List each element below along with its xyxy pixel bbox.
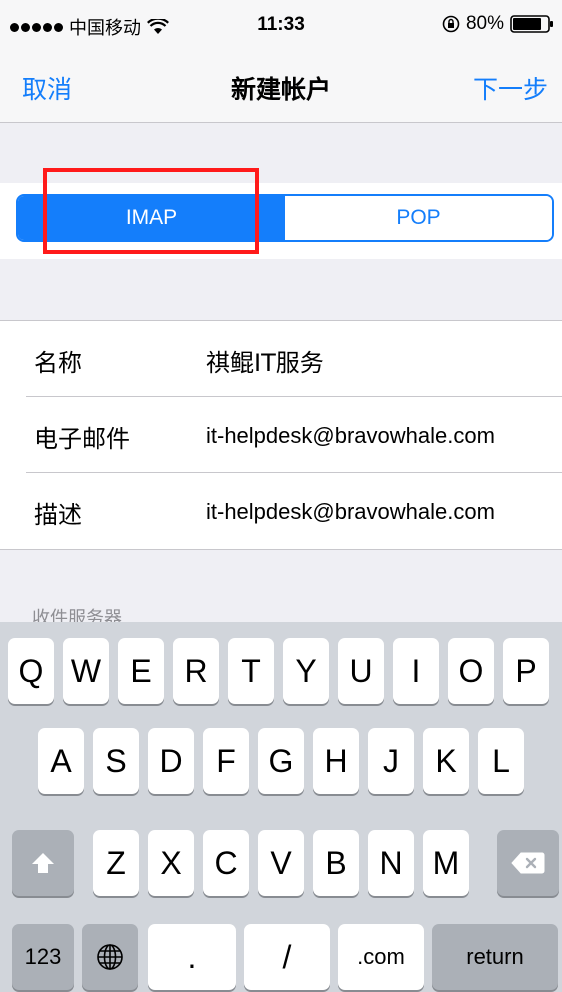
key-w[interactable]: W xyxy=(63,638,109,704)
account-type-section: IMAP POP xyxy=(0,183,562,259)
key-c[interactable]: C xyxy=(203,830,249,896)
next-button[interactable]: 下一步 xyxy=(473,70,548,106)
key-j[interactable]: J xyxy=(368,728,414,794)
keyboard: Q W E R T Y U I O P A S D F G H J K L Z … xyxy=(0,622,562,992)
key-q[interactable]: Q xyxy=(8,638,54,704)
key-r[interactable]: R xyxy=(173,638,219,704)
backspace-icon xyxy=(511,852,545,874)
rotation-lock-icon xyxy=(442,15,460,33)
key-m[interactable]: M xyxy=(423,830,469,896)
shift-key[interactable] xyxy=(12,830,74,896)
key-z[interactable]: Z xyxy=(93,830,139,896)
key-s[interactable]: S xyxy=(93,728,139,794)
delete-key[interactable] xyxy=(497,830,559,896)
name-label: 名称 xyxy=(34,349,82,377)
key-n[interactable]: N xyxy=(368,830,414,896)
screen: 中国移动 11:33 80% 取消 新建帐户 下一步 IMAP POP 名称 祺… xyxy=(0,0,562,992)
segment-imap[interactable]: IMAP xyxy=(18,196,285,240)
form-row-name[interactable]: 名称 祺鲲IT服务 xyxy=(0,321,562,397)
name-field[interactable]: 祺鲲IT服务 xyxy=(206,343,324,378)
key-g[interactable]: G xyxy=(258,728,304,794)
status-right: 80% xyxy=(442,13,554,35)
nav-bar: 取消 新建帐户 下一步 xyxy=(0,48,562,123)
email-field[interactable]: it-helpdesk@bravowhale.com xyxy=(206,423,495,449)
description-field[interactable]: it-helpdesk@bravowhale.com xyxy=(206,499,495,525)
key-a[interactable]: A xyxy=(38,728,84,794)
key-p[interactable]: P xyxy=(503,638,549,704)
form-row-email[interactable]: 电子邮件 it-helpdesk@bravowhale.com xyxy=(0,397,562,473)
return-key[interactable]: return xyxy=(432,924,558,990)
dotcom-key[interactable]: .com xyxy=(338,924,424,990)
key-v[interactable]: V xyxy=(258,830,304,896)
key-x[interactable]: X xyxy=(148,830,194,896)
battery-percent: 80% xyxy=(465,13,504,34)
key-k[interactable]: K xyxy=(423,728,469,794)
key-y[interactable]: Y xyxy=(283,638,329,704)
numbers-key[interactable]: 123 xyxy=(12,924,74,990)
account-form: 名称 祺鲲IT服务 电子邮件 it-helpdesk@bravowhale.co… xyxy=(0,320,562,550)
battery-icon xyxy=(510,15,553,33)
slash-key[interactable]: / xyxy=(244,924,330,990)
key-h[interactable]: H xyxy=(313,728,359,794)
segment-pop[interactable]: POP xyxy=(285,196,552,240)
globe-key[interactable] xyxy=(82,924,138,990)
shift-arrow-icon xyxy=(32,853,54,873)
key-o[interactable]: O xyxy=(448,638,494,704)
key-i[interactable]: I xyxy=(393,638,439,704)
email-label: 电子邮件 xyxy=(34,425,130,453)
key-l[interactable]: L xyxy=(478,728,524,794)
key-d[interactable]: D xyxy=(148,728,194,794)
status-bar: 中国移动 11:33 80% xyxy=(0,0,562,48)
key-e[interactable]: E xyxy=(118,638,164,704)
key-f[interactable]: F xyxy=(203,728,249,794)
period-key[interactable]: . xyxy=(148,924,236,990)
key-t[interactable]: T xyxy=(228,638,274,704)
account-type-segmented-control: IMAP POP xyxy=(16,194,554,242)
key-u[interactable]: U xyxy=(338,638,384,704)
description-label: 描述 xyxy=(34,501,82,529)
form-row-description[interactable]: 描述 it-helpdesk@bravowhale.com xyxy=(0,473,562,549)
key-b[interactable]: B xyxy=(313,830,359,896)
globe-icon xyxy=(97,944,123,970)
